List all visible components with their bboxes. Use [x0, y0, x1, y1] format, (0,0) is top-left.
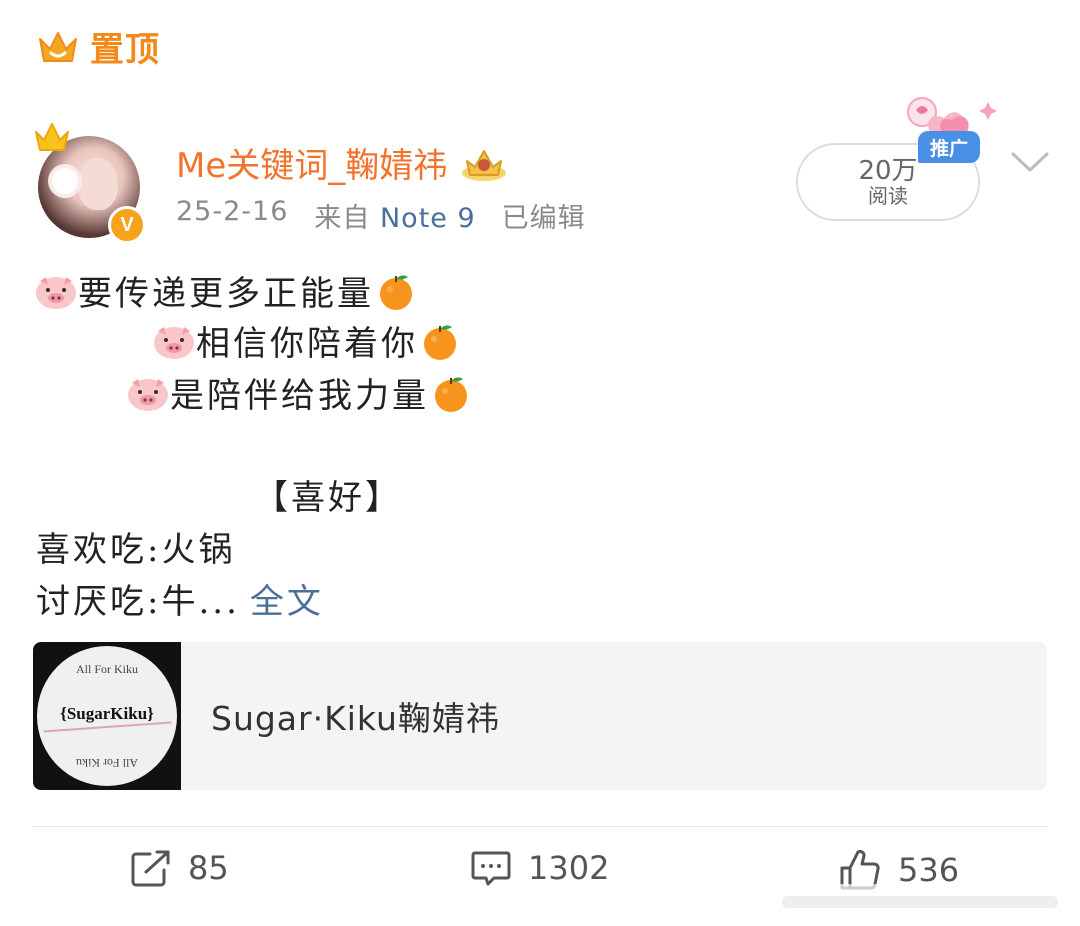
- orange-icon: [424, 324, 456, 360]
- comment-icon: [471, 851, 511, 886]
- thumb-top-text: All For Kiku: [75, 662, 138, 676]
- crown-icon: [39, 31, 77, 62]
- watermark-bar: [770, 884, 1070, 920]
- orange-icon: [380, 274, 412, 310]
- full-text-link[interactable]: 全文: [250, 574, 324, 623]
- post-line-3: 是陪伴给我力量: [126, 368, 473, 417]
- post-line-5: 讨厌吃:牛... 全文: [36, 574, 324, 623]
- repost-button[interactable]: 85: [130, 848, 229, 888]
- thumb-name: {SugarKiku}: [60, 704, 154, 723]
- post-source: 来自 Note 9: [314, 203, 476, 234]
- post-meta: 25-2-16 来自 Note 9 已编辑: [176, 196, 586, 235]
- pig-icon: [36, 276, 76, 309]
- comment-button[interactable]: 1302: [470, 848, 609, 888]
- card-title: Sugar·Kiku鞠婧祎: [211, 699, 500, 738]
- post-line-5-text: 讨厌吃:牛...: [36, 582, 240, 622]
- crown-badge-icon: [462, 149, 507, 181]
- post-line-4-text: 喜欢吃:火锅: [36, 530, 236, 570]
- section-heading-text: 【喜好】: [254, 478, 402, 518]
- pinned-text: 置顶: [90, 30, 160, 70]
- share-icon: [131, 850, 170, 887]
- post-date: 25-2-16: [176, 196, 289, 227]
- card-thumbnail: All For Kiku {SugarKiku} All For Kiku: [33, 642, 181, 790]
- section-heading: 【喜好】: [254, 470, 402, 519]
- read-count: 20万: [858, 156, 918, 186]
- read-label: 阅读: [868, 184, 908, 208]
- post-line-1: 要传递更多正能量: [34, 266, 418, 315]
- pinned-label: 置顶: [36, 22, 160, 71]
- post-line-1-text: 要传递更多正能量: [78, 274, 374, 314]
- chevron-down-icon[interactable]: [1010, 150, 1050, 176]
- post-line-3-text: 是陪伴给我力量: [170, 376, 429, 416]
- promo-tag[interactable]: 推广: [918, 131, 980, 163]
- thumb-bottom-text: All For Kiku: [76, 756, 139, 770]
- verified-badge: V: [108, 206, 146, 244]
- repost-count: 85: [188, 849, 229, 887]
- divider: [33, 826, 1047, 827]
- avatar[interactable]: V: [35, 123, 146, 244]
- comment-count: 1302: [528, 849, 610, 887]
- author-name[interactable]: Me关键词_鞠婧祎: [176, 138, 509, 187]
- author-name-text: Me关键词_鞠婧祎: [176, 146, 448, 186]
- post-line-4: 喜欢吃:火锅: [36, 522, 235, 571]
- edited-label[interactable]: 已编辑: [502, 196, 586, 235]
- link-card[interactable]: All For Kiku {SugarKiku} All For Kiku Su…: [33, 642, 1047, 790]
- post-line-2: 相信你陪着你: [152, 316, 462, 365]
- orange-icon: [435, 376, 467, 412]
- pig-icon: [154, 326, 194, 359]
- pig-icon: [128, 378, 168, 411]
- post-line-2-text: 相信你陪着你: [196, 324, 418, 364]
- avatar-crown-icon: [35, 123, 69, 151]
- device-name[interactable]: Note 9: [380, 203, 476, 234]
